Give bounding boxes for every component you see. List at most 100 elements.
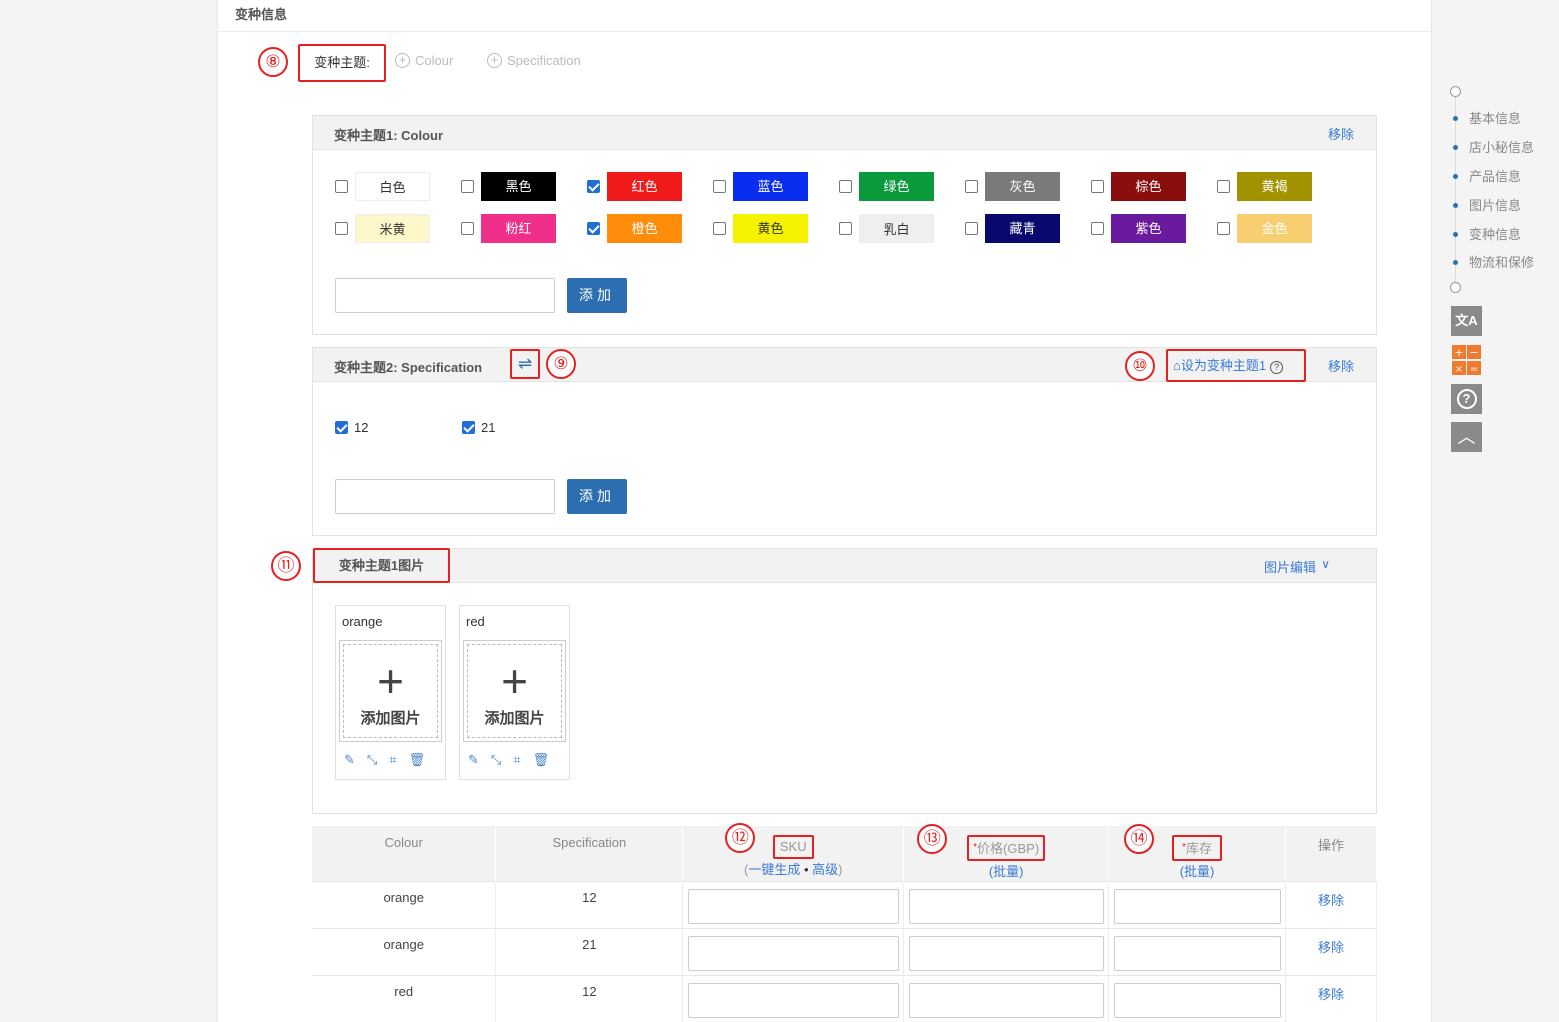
svg-text:×: × bbox=[1455, 364, 1463, 375]
trash-icon[interactable]: 🗑 bbox=[533, 752, 550, 768]
magic-wand-icon[interactable]: ✎ bbox=[344, 752, 355, 768]
cell-colour: orange bbox=[312, 880, 497, 928]
row-remove-link[interactable]: 移除 bbox=[1318, 893, 1344, 908]
stock-header: *库存 bbox=[1172, 835, 1222, 861]
color-checkbox[interactable] bbox=[587, 180, 600, 193]
translate-icon[interactable]: 文A bbox=[1451, 306, 1482, 336]
color-checkbox[interactable] bbox=[461, 180, 474, 193]
color-option[interactable]: 紫色 bbox=[1091, 214, 1191, 244]
color-option[interactable]: 橙色 bbox=[587, 214, 687, 244]
spec-checkbox[interactable] bbox=[462, 421, 475, 434]
stock-input[interactable] bbox=[1114, 982, 1281, 1018]
resize-icon[interactable]: ⤡ bbox=[491, 752, 501, 768]
row-remove-link[interactable]: 移除 bbox=[1318, 940, 1344, 955]
sku-advanced-link[interactable]: 高级 bbox=[812, 862, 838, 877]
color-checkbox[interactable] bbox=[335, 180, 348, 193]
image-tool-row: ✎ ⤡ ⌗ 🗑 bbox=[468, 752, 549, 768]
calculator-icon[interactable]: + − × = bbox=[1451, 345, 1482, 375]
color-option[interactable]: 藏青 bbox=[965, 214, 1065, 244]
price-batch-link[interactable]: (批量) bbox=[989, 864, 1024, 879]
nav-item-variants[interactable]: 变种信息 bbox=[1449, 224, 1521, 244]
chevron-down-icon[interactable]: ∨ bbox=[1321, 557, 1330, 571]
color-checkbox[interactable] bbox=[965, 180, 978, 193]
color-checkbox[interactable] bbox=[1091, 222, 1104, 235]
svg-text:+: + bbox=[1454, 346, 1463, 359]
color-checkbox[interactable] bbox=[1217, 180, 1230, 193]
nav-item-basic[interactable]: 基本信息 bbox=[1449, 108, 1521, 128]
color-option[interactable]: 黄褐 bbox=[1217, 172, 1317, 202]
theme1-add-button[interactable]: 添加 bbox=[567, 278, 627, 313]
image-card-red: red + 添加图片 ✎ ⤡ ⌗ 🗑 bbox=[459, 605, 570, 780]
nav-item-product[interactable]: 产品信息 bbox=[1449, 166, 1521, 186]
sku-input[interactable] bbox=[688, 982, 900, 1018]
sku-input[interactable] bbox=[688, 888, 900, 924]
theme1-remove-link[interactable]: 移除 bbox=[1328, 124, 1354, 143]
color-checkbox[interactable] bbox=[587, 222, 600, 235]
color-checkbox[interactable] bbox=[335, 222, 348, 235]
color-option[interactable]: 黑色 bbox=[461, 172, 561, 202]
color-option[interactable]: 绿色 bbox=[839, 172, 939, 202]
add-image-label: 添加图片 bbox=[360, 710, 421, 727]
back-to-top-icon[interactable]: ︿ bbox=[1451, 422, 1482, 452]
spec-item-12[interactable]: 12 bbox=[335, 420, 368, 435]
cell-colour: red bbox=[312, 974, 497, 1022]
add-image-dropzone[interactable]: + 添加图片 bbox=[339, 640, 442, 742]
color-option[interactable]: 白色 bbox=[335, 172, 435, 202]
help-circle-icon[interactable]: ? bbox=[1451, 384, 1482, 414]
theme1-add-input[interactable] bbox=[335, 278, 555, 313]
color-checkbox[interactable] bbox=[965, 222, 978, 235]
nav-item-shipping[interactable]: 物流和保修 bbox=[1449, 252, 1534, 272]
nav-start-dot bbox=[1450, 86, 1461, 97]
row-remove-link[interactable]: 移除 bbox=[1318, 987, 1344, 1002]
magic-wand-icon[interactable]: ✎ bbox=[468, 752, 479, 768]
resize-icon[interactable]: ⤡ bbox=[367, 752, 377, 768]
color-checkbox[interactable] bbox=[713, 180, 726, 193]
theme2-remove-link[interactable]: 移除 bbox=[1328, 356, 1354, 375]
color-option[interactable]: 棕色 bbox=[1091, 172, 1191, 202]
color-option[interactable]: 金色 bbox=[1217, 214, 1317, 244]
price-input[interactable] bbox=[909, 935, 1105, 971]
color-option[interactable]: 米黄 bbox=[335, 214, 435, 244]
sku-input[interactable] bbox=[688, 935, 900, 971]
help-icon[interactable]: ? bbox=[1270, 361, 1284, 374]
color-option[interactable]: 粉红 bbox=[461, 214, 561, 244]
nav-item-dxm[interactable]: 店小秘信息 bbox=[1449, 137, 1534, 157]
color-checkbox[interactable] bbox=[461, 222, 474, 235]
add-theme-colour[interactable]: + Colour bbox=[395, 53, 453, 68]
image-edit-link[interactable]: 图片编辑 bbox=[1264, 557, 1316, 576]
color-option[interactable]: 灰色 bbox=[965, 172, 1065, 202]
images-panel: 变种主题1图片 图片编辑 ∨ orange + 添加图片 ✎ ⤡ ⌗ 🗑 red bbox=[312, 548, 1377, 814]
color-option[interactable]: 蓝色 bbox=[713, 172, 813, 202]
crop-icon[interactable]: ⌗ bbox=[513, 752, 520, 768]
price-input[interactable] bbox=[909, 982, 1105, 1018]
add-theme-specification[interactable]: + Specification bbox=[487, 53, 581, 68]
theme2-add-input[interactable] bbox=[335, 479, 555, 514]
crop-icon[interactable]: ⌗ bbox=[389, 752, 396, 768]
color-option[interactable]: 黄色 bbox=[713, 214, 813, 244]
sku-generate-link[interactable]: 一键生成 bbox=[748, 862, 800, 877]
color-checkbox[interactable] bbox=[1091, 180, 1104, 193]
theme1-title: 变种主题1: Colour bbox=[334, 128, 444, 143]
nav-end-dot bbox=[1450, 282, 1461, 293]
set-as-theme1-link[interactable]: ⌂设为变种主题1? bbox=[1166, 349, 1306, 382]
svg-text:−: − bbox=[1469, 346, 1478, 359]
color-option[interactable]: 乳白 bbox=[839, 214, 939, 244]
theme2-add-button[interactable]: 添加 bbox=[567, 479, 627, 514]
stock-batch-link[interactable]: (批量) bbox=[1180, 864, 1215, 879]
price-input[interactable] bbox=[909, 888, 1105, 924]
cell-colour: orange bbox=[312, 927, 497, 975]
stock-input[interactable] bbox=[1114, 888, 1281, 924]
stock-input[interactable] bbox=[1114, 935, 1281, 971]
color-option[interactable]: 红色 bbox=[587, 172, 687, 202]
color-swatch: 黄褐 bbox=[1237, 172, 1312, 201]
color-checkbox[interactable] bbox=[839, 222, 852, 235]
add-image-dropzone[interactable]: + 添加图片 bbox=[463, 640, 566, 742]
color-checkbox[interactable] bbox=[1217, 222, 1230, 235]
color-checkbox[interactable] bbox=[839, 180, 852, 193]
trash-icon[interactable]: 🗑 bbox=[409, 752, 426, 768]
nav-item-images[interactable]: 图片信息 bbox=[1449, 195, 1521, 215]
color-checkbox[interactable] bbox=[713, 222, 726, 235]
spec-checkbox[interactable] bbox=[335, 421, 348, 434]
spec-item-21[interactable]: 21 bbox=[462, 420, 495, 435]
swap-icon[interactable]: ⇌ bbox=[510, 349, 540, 379]
